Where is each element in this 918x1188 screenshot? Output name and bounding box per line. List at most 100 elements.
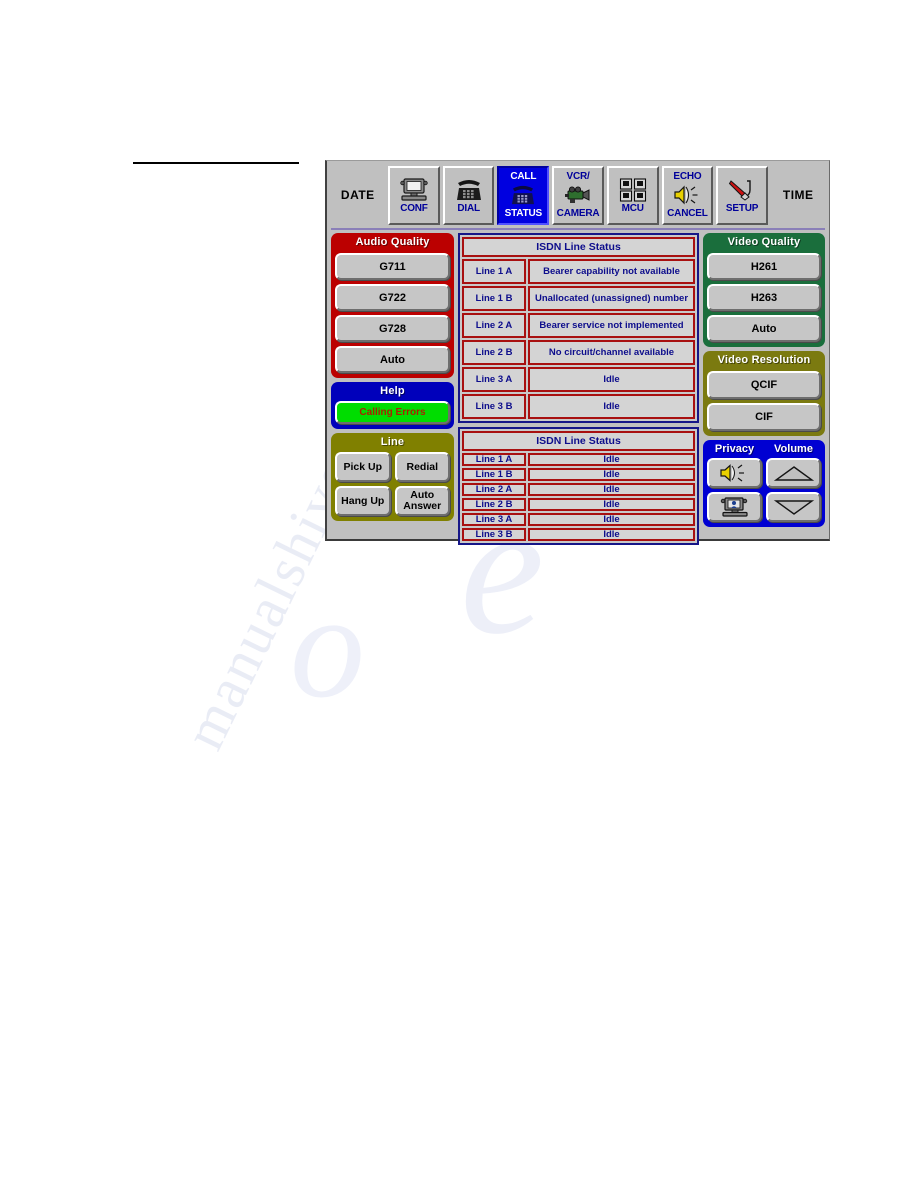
toolbar-button-dial[interactable]: DIAL	[442, 165, 495, 225]
table-row: Line 2 B No circuit/channel available	[462, 340, 695, 365]
line-title: Line	[380, 436, 405, 448]
camcorder-icon	[562, 182, 594, 208]
volume-down-icon	[773, 499, 815, 516]
video-resolution-group: Video Resolution QCIF CIF	[703, 351, 825, 436]
isdn-primary-status-5: Idle	[528, 394, 695, 419]
help-title: Help	[380, 385, 405, 397]
toolbar-button-echo-cancel-label: CANCEL	[667, 208, 708, 219]
line-group: Line Pick Up Redial Hang Up Auto Answer	[331, 433, 454, 521]
isdn-primary-line-4: Line 3 A	[462, 367, 526, 392]
isdn-secondary-line-4: Line 3 A	[462, 513, 526, 526]
audio-quality-group: Audio Quality G711 G722 G728 Auto	[331, 233, 454, 378]
audio-quality-title: Audio Quality	[355, 236, 430, 248]
toolbar-button-call-status[interactable]: CALL STATUS	[497, 165, 550, 225]
table-row: Line 2 A Idle	[462, 483, 695, 496]
watermark-glyph-o: o	[290, 563, 365, 729]
audio-quality-option-g711[interactable]: G711	[335, 253, 450, 280]
isdn-secondary-status-5: Idle	[528, 528, 695, 541]
isdn-secondary-line-2: Line 2 A	[462, 483, 526, 496]
video-quality-option-auto[interactable]: Auto	[707, 315, 821, 342]
table-row: Line 3 B Idle	[462, 528, 695, 541]
isdn-primary-line-0: Line 1 A	[462, 259, 526, 284]
telephone-icon	[455, 177, 483, 203]
isdn-secondary-status-3: Idle	[528, 498, 695, 511]
isdn-line-status-secondary-table: ISDN Line Status Line 1 A Idle Line 1 B …	[458, 427, 699, 545]
volume-down-button[interactable]	[766, 492, 821, 522]
tools-icon	[728, 177, 756, 203]
redial-button[interactable]: Redial	[394, 452, 450, 482]
isdn-secondary-status-4: Idle	[528, 513, 695, 526]
speaker-icon	[672, 182, 702, 208]
privacy-volume-headers: Privacy Volume	[707, 442, 821, 456]
isdn-primary-status-2: Bearer service not implemented	[528, 313, 695, 338]
isdn-secondary-status-0: Idle	[528, 453, 695, 466]
left-column: Audio Quality G711 G722 G728 Auto Help C…	[331, 233, 454, 535]
video-privacy-button[interactable]	[707, 492, 762, 522]
speaker-mute-icon	[718, 463, 752, 483]
video-resolution-option-cif[interactable]: CIF	[707, 403, 821, 431]
middle-column: ISDN Line Status Line 1 A Bearer capabil…	[458, 233, 699, 545]
toolbar-button-call-status-label: STATUS	[504, 208, 543, 219]
volume-up-button[interactable]	[766, 458, 821, 488]
toolbar-button-mcu[interactable]: MCU	[606, 165, 659, 225]
isdn-primary-status-0: Bearer capability not available	[528, 259, 695, 284]
table-row: Line 3 B Idle	[462, 394, 695, 419]
toolbar-button-setup-label: SETUP	[725, 202, 759, 214]
calling-errors-button[interactable]: Calling Errors	[335, 401, 450, 424]
toolbar-button-conf-label: CONF	[400, 202, 428, 214]
toolbar-button-mcu-label: MCU	[621, 202, 644, 214]
table-row: Line 2 A Bearer service not implemented	[462, 313, 695, 338]
isdn-primary-line-3: Line 2 B	[462, 340, 526, 365]
isdn-primary-status-1: Unallocated (unassigned) number	[528, 286, 695, 311]
isdn-line-status-primary-table: ISDN Line Status Line 1 A Bearer capabil…	[458, 233, 699, 423]
table-row: Line 3 A Idle	[462, 513, 695, 526]
line-button-grid: Pick Up Redial Hang Up Auto Answer	[335, 452, 450, 516]
isdn-secondary-line-5: Line 3 B	[462, 528, 526, 541]
pick-up-button[interactable]: Pick Up	[335, 452, 391, 482]
volume-up-icon	[773, 465, 815, 482]
isdn-primary-line-1: Line 1 B	[462, 286, 526, 311]
isdn-primary-status-4: Idle	[528, 367, 695, 392]
date-label: DATE	[340, 188, 375, 202]
table-row: Line 3 A Idle	[462, 367, 695, 392]
toolbar: DATE CONF DIAL CALL STATUS VCR/ CAMERA M…	[327, 161, 829, 229]
isdn-primary-line-5: Line 3 B	[462, 394, 526, 419]
table-row: Line 1 A Idle	[462, 453, 695, 466]
hang-up-button[interactable]: Hang Up	[335, 486, 391, 516]
isdn-secondary-line-1: Line 1 B	[462, 468, 526, 481]
audio-quality-option-g722[interactable]: G722	[335, 284, 450, 311]
isdn-secondary-status-1: Idle	[528, 468, 695, 481]
toolbar-button-setup[interactable]: SETUP	[716, 165, 768, 225]
toolbar-divider	[331, 228, 825, 230]
privacy-volume-group: Privacy Volume	[703, 440, 825, 527]
monitor-icon	[399, 177, 429, 203]
table-row: Line 1 A Bearer capability not available	[462, 259, 695, 284]
table-row: Line 2 B Idle	[462, 498, 695, 511]
toolbar-button-vcr-camera[interactable]: VCR/ CAMERA	[552, 165, 604, 225]
isdn-secondary-title: ISDN Line Status	[462, 431, 695, 451]
toolbar-button-vcr-camera-label: CAMERA	[556, 208, 600, 219]
audio-quality-option-g728[interactable]: G728	[335, 315, 450, 342]
toolbar-button-echo-cancel[interactable]: ECHO CANCEL	[661, 165, 714, 225]
toolbar-button-call-status-top: CALL	[510, 171, 537, 182]
toolbar-button-conf[interactable]: CONF	[388, 165, 440, 225]
video-resolution-title: Video Resolution	[717, 354, 811, 366]
video-quality-option-h263[interactable]: H263	[707, 284, 821, 311]
video-resolution-option-qcif[interactable]: QCIF	[707, 371, 821, 399]
right-column: Video Quality H261 H263 Auto Video Resol…	[703, 233, 825, 535]
isdn-secondary-line-0: Line 1 A	[462, 453, 526, 466]
device-screenshot-panel: DATE CONF DIAL CALL STATUS VCR/ CAMERA M…	[325, 160, 830, 545]
auto-answer-button[interactable]: Auto Answer	[394, 486, 450, 516]
help-group: Help Calling Errors	[331, 382, 454, 429]
toolbar-button-dial-label: DIAL	[457, 202, 480, 214]
isdn-primary-line-2: Line 2 A	[462, 313, 526, 338]
multi-screen-icon	[618, 177, 648, 203]
toolbar-button-vcr-camera-top: VCR/	[566, 171, 590, 182]
isdn-primary-status-3: No circuit/channel available	[528, 340, 695, 365]
isdn-primary-title: ISDN Line Status	[462, 237, 695, 257]
margin-rule	[133, 162, 299, 164]
video-quality-option-h261[interactable]: H261	[707, 253, 821, 280]
audio-privacy-button[interactable]	[707, 458, 762, 488]
audio-quality-option-auto[interactable]: Auto	[335, 346, 450, 373]
toolbar-button-echo-cancel-top: ECHO	[673, 171, 702, 182]
